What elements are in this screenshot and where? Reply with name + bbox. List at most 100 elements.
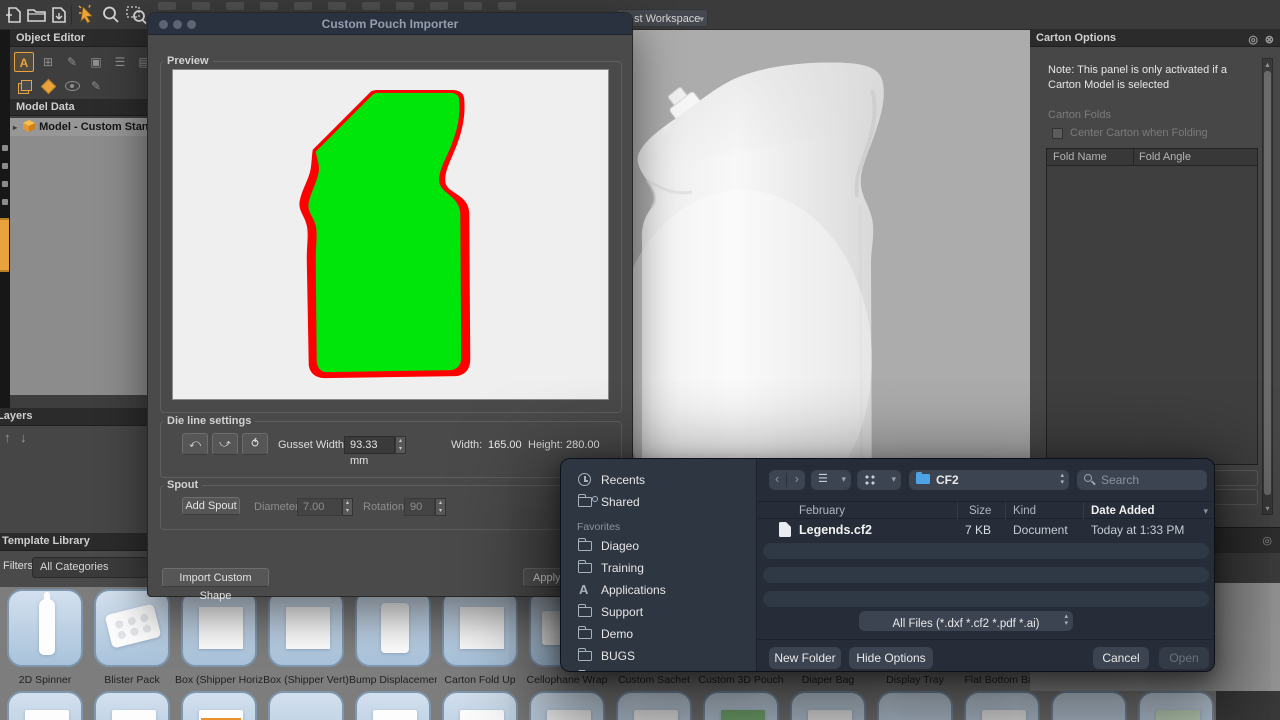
forward-icon[interactable]: ›	[795, 471, 799, 486]
save-file-icon[interactable]	[50, 6, 68, 24]
diameter-stepper[interactable]: ▴▾	[342, 498, 353, 516]
template-tile[interactable]	[703, 691, 779, 720]
list-button[interactable]: ☰	[110, 52, 130, 72]
rail-tool-icon[interactable]	[2, 163, 8, 169]
edit-pencil-button[interactable]: ✎	[62, 52, 82, 72]
fold-left-button[interactable]: ⤺	[182, 433, 208, 455]
pen-add-button[interactable]: ✎	[86, 76, 106, 96]
rail-tool-icon[interactable]	[2, 199, 8, 205]
add-object-button[interactable]: ⊞	[38, 52, 58, 72]
sidebar-item-demo[interactable]: Demo	[573, 626, 749, 644]
template-tile[interactable]	[616, 691, 692, 720]
gusset-width-field[interactable]: 93.33 mm	[344, 436, 395, 454]
model-tree-item[interactable]: ▸ Model - Custom Standup Pou	[10, 118, 148, 136]
template-tile[interactable]	[529, 691, 605, 720]
template-tile[interactable]	[268, 691, 344, 720]
column-group-header[interactable]: February	[799, 505, 845, 517]
template-tile[interactable]	[7, 589, 83, 667]
template-tile[interactable]	[94, 691, 170, 720]
panel-settings-icon[interactable]: ◎	[1248, 32, 1258, 49]
file-row[interactable]: Legends.cf2 7 KB Document Today at 1:33 …	[757, 521, 1215, 539]
sidebar-item-recents[interactable]: Recents	[573, 472, 749, 490]
toolbar-icon-partial	[294, 2, 312, 10]
diameter-field[interactable]: 7.00	[297, 498, 342, 516]
model-data-list[interactable]	[10, 136, 148, 395]
back-icon[interactable]: ‹	[775, 471, 779, 486]
visibility-button[interactable]	[62, 76, 82, 96]
sort-chevron-icon[interactable]: ▾	[1203, 506, 1208, 517]
layer-down-button[interactable]: ↓	[20, 430, 27, 445]
new-file-icon[interactable]	[5, 6, 23, 24]
column-divider[interactable]	[1005, 502, 1006, 520]
add-spout-button[interactable]: Add Spout	[182, 497, 240, 515]
rotation-stepper[interactable]: ▴▾	[435, 498, 446, 516]
import-custom-shape-button[interactable]: Import Custom Shape	[162, 568, 269, 587]
template-tile[interactable]	[7, 691, 83, 720]
column-kind[interactable]: Kind	[1013, 505, 1036, 517]
view-list-dropdown[interactable]: ☰ ▾	[811, 470, 851, 490]
gusset-stepper[interactable]: ▴▾	[395, 436, 406, 454]
template-tile[interactable]	[355, 589, 431, 667]
template-tile[interactable]	[94, 589, 170, 667]
column-size[interactable]: Size	[969, 505, 991, 517]
center-carton-checkbox[interactable]	[1052, 128, 1063, 139]
sidebar-item-training[interactable]: Training	[573, 560, 749, 578]
scroll-down-icon[interactable]: ▾	[1263, 504, 1272, 513]
sidebar-item-bugs[interactable]: BUGS	[573, 648, 749, 666]
fold-right-button[interactable]: ⤻	[212, 433, 238, 455]
template-tile[interactable]	[964, 691, 1040, 720]
cube-button[interactable]	[38, 76, 58, 96]
template-tile[interactable]	[442, 589, 518, 667]
text-tool-button[interactable]: A	[14, 52, 34, 72]
template-tile[interactable]	[877, 691, 953, 720]
scroll-up-icon[interactable]: ▴	[1263, 60, 1272, 69]
open-folder-icon[interactable]	[27, 7, 46, 23]
column-divider[interactable]	[1083, 502, 1084, 520]
duplicate-button[interactable]	[14, 76, 34, 96]
rotation-field[interactable]: 90	[404, 498, 435, 516]
sidebar-item-diageo[interactable]: Diageo	[573, 538, 749, 556]
dialog-titlebar[interactable]: Custom Pouch Importer	[148, 13, 632, 35]
template-tile[interactable]	[268, 589, 344, 667]
sidebar-item-shared[interactable]: Shared	[573, 494, 749, 512]
sidebar-item-support[interactable]: Support	[573, 604, 749, 622]
sidebar-item-applications[interactable]: AApplications	[573, 582, 749, 600]
group-dropdown[interactable]: ▾	[857, 470, 901, 490]
format-dropdown[interactable]: All Files (*.dxf *.cf2 *.pdf *.ai) ▴▾	[859, 611, 1073, 631]
hide-options-button[interactable]: Hide Options	[849, 647, 933, 669]
rail-tool-icon[interactable]	[2, 181, 8, 187]
category-dropdown[interactable]: All Categories	[32, 557, 148, 578]
template-tile[interactable]	[1138, 691, 1214, 720]
open-button[interactable]: Open	[1159, 647, 1209, 669]
cancel-button[interactable]: Cancel	[1093, 647, 1149, 669]
search-input[interactable]: Search	[1077, 470, 1207, 490]
layer-up-button[interactable]: ↑	[4, 430, 11, 445]
template-tile[interactable]	[181, 691, 257, 720]
template-tile[interactable]	[355, 691, 431, 720]
panel-close-icon[interactable]: ⊗	[1265, 32, 1274, 49]
new-folder-button[interactable]: New Folder	[769, 647, 841, 669]
disclosure-triangle-icon[interactable]: ▸	[13, 123, 17, 132]
panel-settings-icon[interactable]: ◎	[1262, 534, 1272, 547]
search-icon[interactable]	[101, 5, 121, 25]
fold-name-column[interactable]: Fold Name	[1053, 149, 1107, 165]
select-cursor-icon[interactable]	[77, 4, 97, 26]
nav-buttons[interactable]: ‹ ›	[769, 470, 805, 490]
location-dropdown[interactable]: CF2 ▴▾	[909, 470, 1069, 490]
column-divider[interactable]	[957, 502, 958, 520]
fold-table[interactable]: Fold Name Fold Angle	[1046, 148, 1258, 465]
template-tile[interactable]	[790, 691, 866, 720]
rail-active-marker[interactable]	[0, 218, 9, 272]
fold-angle-column[interactable]: Fold Angle	[1139, 149, 1191, 165]
flip-button[interactable]: ⥀	[242, 433, 268, 455]
template-tile[interactable]	[442, 691, 518, 720]
zoom-select-icon[interactable]	[126, 5, 148, 25]
empty-row	[763, 591, 1209, 607]
rail-tool-icon[interactable]	[2, 145, 8, 151]
scrollbar-thumb[interactable]	[1264, 71, 1271, 495]
column-date-added[interactable]: Date Added	[1091, 505, 1154, 517]
panel-scrollbar[interactable]: ▴ ▾	[1262, 58, 1273, 515]
template-tile[interactable]	[1051, 691, 1127, 720]
image-button[interactable]: ▣	[86, 52, 106, 72]
sidebar-item-partial[interactable]	[573, 670, 749, 672]
